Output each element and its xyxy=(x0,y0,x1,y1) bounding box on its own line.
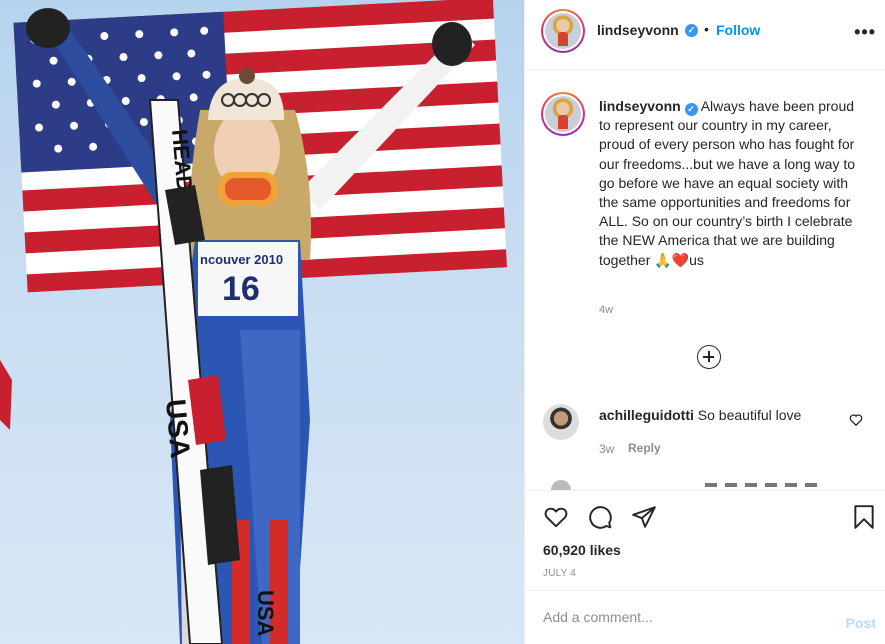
comment-like-heart-icon[interactable] xyxy=(849,413,863,427)
comment-username[interactable]: achilleguidotti xyxy=(599,407,694,423)
post-photo[interactable]: ncouver 2010 16 HEAD USA USA xyxy=(0,0,524,644)
caption-verified-badge-icon: ✓ xyxy=(684,103,698,116)
caption-timestamp[interactable]: 4w xyxy=(599,304,613,316)
photo-illustration: ncouver 2010 16 HEAD USA USA xyxy=(0,0,507,644)
follow-button[interactable]: Follow xyxy=(716,22,760,38)
post-side-panel: lindseyvonn ✓ • Follow ••• lindseyvonn ✓… xyxy=(524,0,885,644)
left-glove xyxy=(26,8,70,48)
plus-circle-icon[interactable] xyxy=(697,345,721,369)
post-header: lindseyvonn ✓ • Follow ••• xyxy=(525,0,885,70)
right-glove xyxy=(432,22,472,66)
post-date[interactable]: JULY 4 xyxy=(543,568,576,579)
bib-number: 16 xyxy=(222,270,260,308)
bib-text: ncouver 2010 xyxy=(200,252,283,267)
bookmark-icon[interactable] xyxy=(851,503,877,531)
flag-fragment xyxy=(0,360,12,430)
suit-text-right: USA xyxy=(253,590,278,637)
suit-text-left: USA xyxy=(160,398,196,460)
add-comment-bar: Post xyxy=(525,590,885,644)
header-username[interactable]: lindseyvonn xyxy=(597,22,679,38)
post-actions: 60,920 likes JULY 4 xyxy=(525,490,885,590)
comment-timestamp[interactable]: 3w xyxy=(599,442,614,456)
separator-dot: • xyxy=(704,21,709,37)
caption-text: Always have been proud to represent our … xyxy=(599,98,856,268)
comment-body: So beautiful love xyxy=(697,407,802,423)
post-comment-button[interactable]: Post xyxy=(846,615,876,631)
comment-reply-button[interactable]: Reply xyxy=(628,441,661,455)
comment-input[interactable] xyxy=(543,609,823,625)
likes-count[interactable]: 60,920 likes xyxy=(543,542,621,558)
paper-plane-icon[interactable] xyxy=(631,504,657,530)
caption-username[interactable]: lindseyvonn xyxy=(599,98,681,114)
more-options-icon[interactable]: ••• xyxy=(854,22,876,43)
post-caption: lindseyvonn ✓ Always have been proud to … xyxy=(599,97,869,270)
verified-badge-icon: ✓ xyxy=(685,24,698,37)
comment-bubble-icon[interactable] xyxy=(587,504,613,530)
caption-avatar[interactable] xyxy=(541,92,585,136)
header-avatar[interactable] xyxy=(541,9,585,53)
heart-icon[interactable] xyxy=(543,504,569,530)
comment-avatar[interactable] xyxy=(543,404,579,440)
partial-comment-row xyxy=(525,480,885,490)
comment: achilleguidotti So beautiful love xyxy=(599,407,839,423)
